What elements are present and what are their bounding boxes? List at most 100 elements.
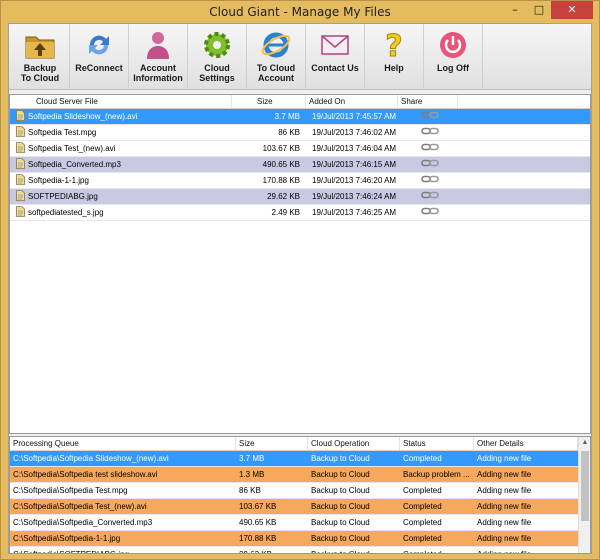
queue-operation-cell: Backup to Cloud (311, 454, 370, 463)
file-row[interactable]: SOFTPEDIABG.jpg 29.62 KB 19/Jul/2013 7:46:… (10, 189, 590, 205)
queue-row[interactable]: C:\Softpedia\Softpedia-1-1.jpg 170.88 KB B… (10, 531, 580, 547)
toolbar-button-label: Cloud Settings (199, 63, 235, 83)
file-added-cell: 19/Jul/2013 7:46:20 AM (312, 176, 397, 185)
queue-row[interactable]: C:\Softpedia\Softpedia Slideshow_(new).a… (10, 451, 580, 467)
toolbar-button-label: Account Information (133, 63, 183, 83)
queue-size-cell: 490.65 KB (239, 518, 277, 527)
minimize-button[interactable]: – (503, 1, 527, 19)
toolbar-button-label: Log Off (437, 63, 469, 73)
processing-queue-body: C:\Softpedia\Softpedia Slideshow_(new).a… (10, 451, 590, 553)
toolbar-button-to-cloud-account[interactable]: To Cloud Account (247, 24, 306, 88)
toolbar-button-label: ReConnect (75, 63, 123, 73)
processing-queue-header: Processing Queue Size Cloud Operation Statu… (10, 437, 590, 451)
queue-row[interactable]: C:\Softpedia\Softpedia Test.mpg 86 KB Back… (10, 483, 580, 499)
window-title: Cloud Giant - Manage My Files (209, 5, 391, 19)
share-link-icon[interactable] (398, 173, 458, 188)
column-header[interactable]: Added On (306, 95, 398, 108)
file-name-cell: Softpedia_Converted.mp3 (10, 157, 232, 172)
queue-row[interactable]: C:\Softpedia\Softpedia Test_(new).avi 103… (10, 499, 580, 515)
title-bar: Cloud Giant - Manage My Files – □ ✕ (1, 1, 599, 23)
queue-size-cell: 3.7 MB (239, 454, 265, 463)
share-link-icon[interactable] (398, 189, 458, 204)
file-size-cell: 86 KB (278, 128, 300, 137)
column-header[interactable]: Processing Queue (10, 437, 236, 450)
queue-operation-cell: Backup to Cloud (311, 470, 370, 479)
client-area: Backup To Cloud ReConnect Account Informat… (8, 23, 592, 554)
browser-icon (257, 27, 295, 63)
scroll-up-icon[interactable]: ▲ (579, 437, 590, 449)
queue-status-cell: Completed (403, 486, 442, 495)
file-size-cell: 3.7 MB (274, 112, 300, 121)
queue-operation-cell: Backup to Cloud (308, 547, 400, 553)
file-row[interactable]: Softpedia Test_(new).avi 103.67 KB 19/Jul/… (10, 141, 590, 157)
toolbar: Backup To Cloud ReConnect Account Informat… (9, 24, 591, 90)
gear-icon (198, 27, 236, 63)
share-link-icon[interactable] (398, 205, 458, 220)
column-header[interactable]: Cloud Server File (10, 95, 232, 108)
toolbar-button-backup-to-cloud[interactable]: Backup To Cloud (11, 24, 70, 88)
file-row[interactable]: Softpedia Slideshow_(new).avi 3.7 MB 19/Ju… (10, 109, 590, 125)
share-link-icon[interactable] (398, 141, 458, 156)
close-button[interactable]: ✕ (551, 1, 593, 19)
question-icon: ? (375, 27, 413, 63)
file-size-cell: 29.62 KB (267, 192, 300, 201)
file-row[interactable]: Softpedia_Converted.mp3 490.65 KB 19/Jul/2… (10, 157, 590, 173)
queue-status-cell: Completed (403, 502, 442, 511)
cloud-files-body: Softpedia Slideshow_(new).avi 3.7 MB 19/Ju… (10, 109, 590, 221)
queue-details-cell: Adding new file (477, 454, 532, 463)
queue-operation-cell: Backup to Cloud (311, 502, 370, 511)
file-size-cell: 2.49 KB (271, 208, 300, 217)
app-window: Cloud Giant - Manage My Files – □ ✕ Back… (0, 0, 600, 560)
toolbar-button-cloud-settings[interactable]: Cloud Settings (188, 24, 247, 88)
queue-details-cell: Adding new file (474, 547, 578, 553)
column-header[interactable]: Other Details (474, 437, 578, 450)
toolbar-button-help[interactable]: ? Help (365, 24, 424, 88)
file-row[interactable]: Softpedia-1-1.jpg 170.88 KB 19/Jul/2013 7:… (10, 173, 590, 189)
toolbar-button-log-off[interactable]: Log Off (424, 24, 483, 88)
share-link-icon[interactable] (398, 125, 458, 140)
maximize-button[interactable]: □ (527, 1, 551, 19)
toolbar-button-account-information[interactable]: Account Information (129, 24, 188, 88)
processing-queue-grid[interactable]: Processing Queue Size Cloud Operation Statu… (9, 436, 591, 554)
queue-size-cell: 103.67 KB (239, 502, 277, 511)
file-added-cell: 19/Jul/2013 7:46:15 AM (312, 160, 397, 169)
file-size-cell: 103.67 KB (262, 144, 300, 153)
queue-status-cell: Completed (400, 547, 474, 553)
column-header[interactable]: Cloud Operation (308, 437, 400, 450)
user-icon (139, 27, 177, 63)
share-link-icon[interactable] (398, 157, 458, 172)
column-header[interactable]: Size (236, 437, 308, 450)
queue-path-cell: C:\Softpedia\Softpedia test slideshow.av… (13, 470, 158, 479)
queue-row[interactable]: C:\Softpedia\Softpedia test slideshow.av… (10, 467, 580, 483)
file-name-cell: Softpedia-1-1.jpg (10, 173, 232, 188)
column-header[interactable]: Size (232, 95, 306, 108)
file-name-cell: Softpedia Test.mpg (10, 125, 232, 140)
toolbar-button-label: Backup To Cloud (20, 63, 60, 83)
envelope-icon (316, 27, 354, 63)
file-added-cell: 19/Jul/2013 7:46:02 AM (312, 128, 397, 137)
queue-path-cell: C:\Softpedia\Softpedia Test_(new).avi (13, 502, 147, 511)
queue-path-cell: C:\Softpedia\Softpedia-1-1.jpg (13, 534, 121, 543)
column-header[interactable]: Share (398, 95, 458, 108)
file-name-cell: SOFTPEDIABG.jpg (10, 189, 232, 204)
svg-text:?: ? (385, 29, 402, 61)
toolbar-button-label: To Cloud Account (256, 63, 296, 83)
file-row[interactable]: Softpedia Test.mpg 86 KB 19/Jul/2013 7:46:… (10, 125, 590, 141)
queue-details-cell: Adding new file (477, 486, 532, 495)
queue-row[interactable]: C:\Softpedia\SOFTPEDIABG.jpg29.62 KBBack… (10, 547, 580, 553)
toolbar-button-reconnect[interactable]: ReConnect (70, 24, 129, 88)
file-row[interactable]: softpediatested_s.jpg 2.49 KB 19/Jul/2013 … (10, 205, 590, 221)
cloud-files-grid[interactable]: Cloud Server File Size Added On Share Softp… (9, 94, 591, 434)
file-size-cell: 490.65 KB (262, 160, 300, 169)
queue-scrollbar[interactable]: ▲ (578, 437, 590, 553)
column-header[interactable]: Status (400, 437, 474, 450)
queue-row[interactable]: C:\Softpedia\Softpedia_Converted.mp3 490.… (10, 515, 580, 531)
toolbar-button-label: Contact Us (311, 63, 359, 73)
refresh-icon (80, 27, 118, 63)
share-link-icon[interactable] (398, 109, 458, 124)
scroll-thumb[interactable] (581, 451, 589, 521)
queue-status-cell: Completed (403, 518, 442, 527)
queue-operation-cell: Backup to Cloud (311, 534, 370, 543)
queue-path-cell: C:\Softpedia\SOFTPEDIABG.jpg (10, 547, 236, 553)
toolbar-button-contact-us[interactable]: Contact Us (306, 24, 365, 88)
